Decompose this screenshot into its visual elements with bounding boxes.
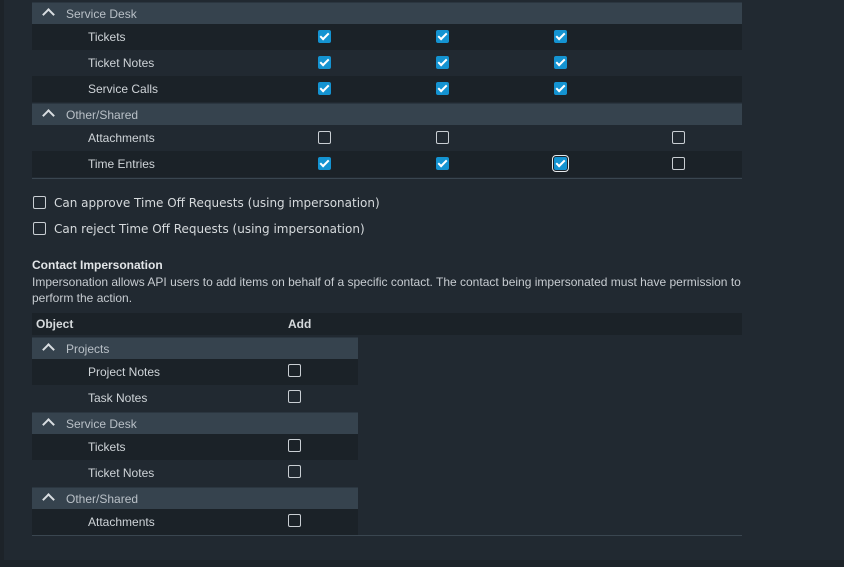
table-row: Tickets — [32, 434, 358, 461]
group-label: Other/Shared — [66, 492, 139, 506]
group-header-service-desk[interactable]: Service Desk — [32, 412, 358, 435]
chevron-up-icon[interactable] — [42, 493, 55, 506]
permission-checkbox[interactable] — [436, 131, 449, 144]
permission-checkbox[interactable] — [436, 82, 449, 95]
add-checkbox[interactable] — [288, 364, 301, 377]
add-checkbox[interactable] — [288, 390, 301, 403]
row-label: Time Entries — [88, 157, 155, 171]
row-label: Project Notes — [88, 365, 161, 379]
permission-checkbox[interactable] — [436, 157, 449, 170]
chevron-up-icon[interactable] — [42, 109, 55, 122]
group-header-service-desk[interactable]: Service Desk — [32, 2, 742, 25]
table-row: Ticket Notes — [32, 460, 358, 486]
permission-checkbox[interactable] — [318, 30, 331, 43]
add-checkbox[interactable] — [288, 514, 301, 527]
group-label: Projects — [66, 342, 110, 356]
row-label: Ticket Notes — [88, 466, 155, 480]
permission-checkbox[interactable] — [672, 157, 685, 170]
row-label: Attachments — [88, 515, 155, 529]
approve-time-off-checkbox[interactable] — [33, 196, 46, 209]
reject-time-off-label: Can reject Time Off Requests (using impe… — [54, 222, 365, 236]
column-header-add: Add — [288, 317, 312, 331]
section-title: Contact Impersonation — [32, 258, 163, 272]
row-label: Tickets — [88, 30, 126, 44]
column-header-object: Object — [36, 317, 74, 331]
permission-checkbox[interactable] — [554, 56, 567, 69]
group-header-other-shared[interactable]: Other/Shared — [32, 103, 742, 126]
row-label: Ticket Notes — [88, 56, 155, 70]
table-row: Attachments — [32, 125, 742, 152]
table-row: Tickets — [32, 24, 742, 51]
table-row: Time Entries — [32, 151, 742, 177]
table-row: Ticket Notes — [32, 50, 742, 77]
table-row: Project Notes — [32, 359, 358, 386]
row-label: Task Notes — [88, 391, 148, 405]
permission-checkbox[interactable] — [318, 56, 331, 69]
table-row: Task Notes — [32, 385, 358, 411]
add-checkbox[interactable] — [288, 465, 301, 478]
group-label: Service Desk — [66, 7, 137, 21]
chevron-up-icon[interactable] — [42, 418, 55, 431]
group-header-projects[interactable]: Projects — [32, 337, 358, 360]
approve-time-off-label: Can approve Time Off Requests (using imp… — [54, 196, 380, 210]
permission-checkbox[interactable] — [554, 82, 567, 95]
permission-checkbox[interactable] — [318, 131, 331, 144]
group-header-other-shared[interactable]: Other/Shared — [32, 487, 358, 510]
permission-checkbox[interactable] — [436, 30, 449, 43]
permission-checkbox[interactable] — [436, 56, 449, 69]
chevron-up-icon[interactable] — [42, 8, 55, 21]
table-header: Object Add — [32, 313, 742, 335]
table-divider — [32, 535, 742, 536]
table-row: Service Calls — [32, 76, 742, 102]
add-checkbox[interactable] — [288, 439, 301, 452]
chevron-up-icon[interactable] — [42, 343, 55, 356]
row-label: Service Calls — [88, 82, 159, 96]
section-description: Impersonation allows API users to add it… — [32, 275, 741, 305]
table-row: Attachments — [32, 509, 358, 535]
permission-checkbox[interactable] — [318, 157, 331, 170]
permission-checkbox[interactable] — [318, 82, 331, 95]
group-label: Other/Shared — [66, 108, 139, 122]
row-label: Attachments — [88, 131, 155, 145]
permission-checkbox[interactable] — [672, 131, 685, 144]
group-label: Service Desk — [66, 417, 137, 431]
permission-checkbox[interactable] — [552, 155, 569, 172]
row-label: Tickets — [88, 440, 126, 454]
reject-time-off-checkbox[interactable] — [33, 222, 46, 235]
table-divider — [32, 178, 742, 179]
permission-checkbox[interactable] — [554, 30, 567, 43]
